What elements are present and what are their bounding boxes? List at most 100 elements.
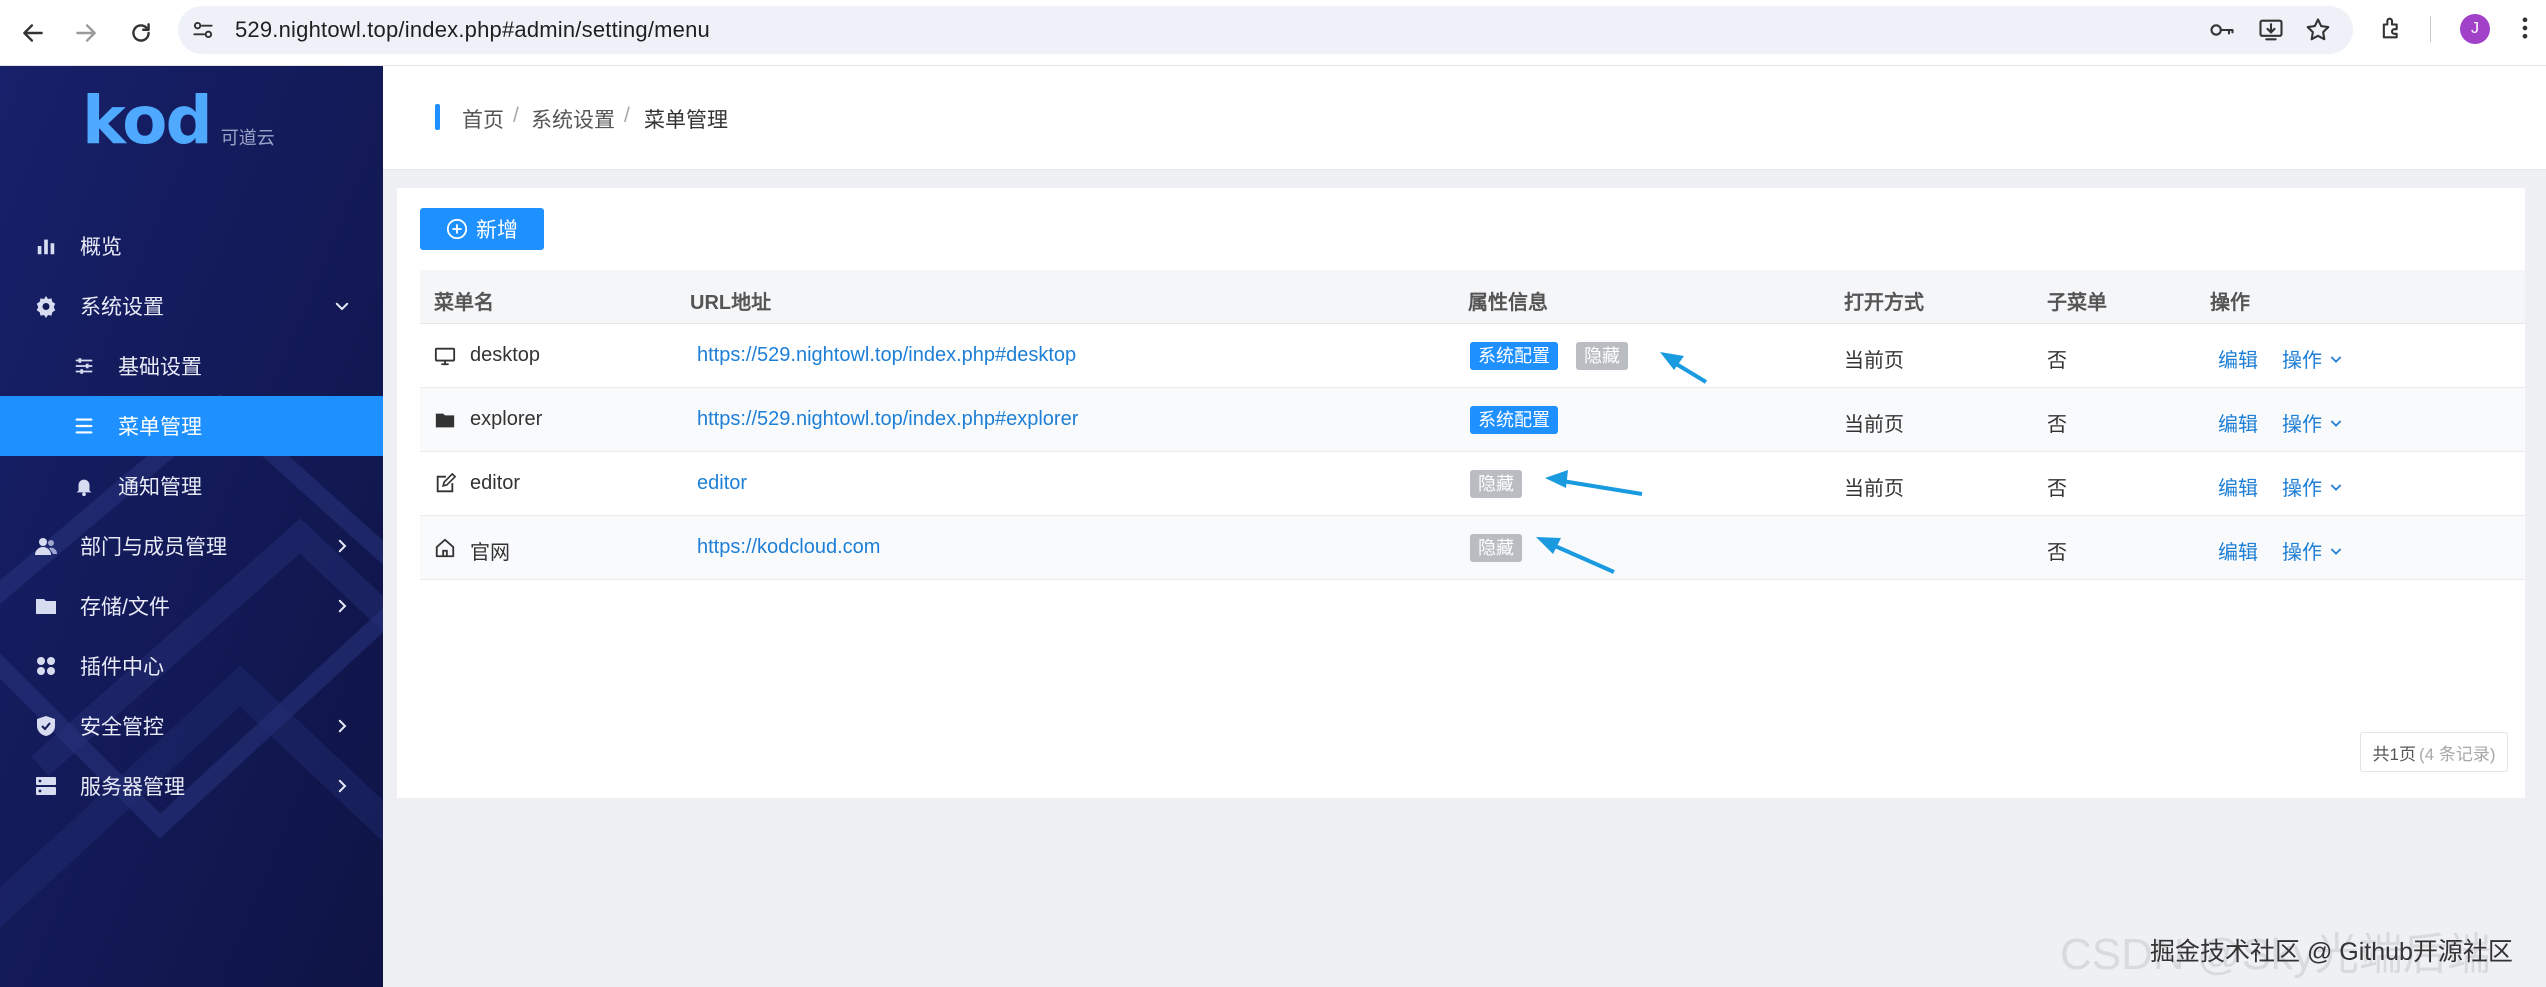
chevron-down-icon bbox=[335, 302, 349, 311]
add-menu-button[interactable]: 新增 bbox=[420, 208, 544, 250]
column-header: 子菜单 bbox=[2047, 292, 2107, 314]
back-arrow-icon bbox=[23, 24, 43, 42]
sliders-icon bbox=[72, 354, 96, 378]
chevron-right-icon bbox=[338, 719, 347, 733]
sidebar-item-label: 系统设置 bbox=[80, 296, 164, 319]
chevron-right-icon bbox=[338, 539, 347, 553]
toolbar-divider bbox=[2430, 16, 2431, 42]
apps-icon bbox=[34, 654, 58, 678]
sidebar-item-basic-settings[interactable]: 基础设置 bbox=[0, 336, 383, 396]
operation-label: 操作 bbox=[2282, 414, 2322, 436]
users-icon bbox=[34, 534, 58, 558]
has-submenu: 否 bbox=[2047, 414, 2067, 436]
bell-icon bbox=[72, 474, 96, 498]
password-key-icon[interactable] bbox=[2208, 16, 2236, 44]
sidebar-item-departments-members[interactable]: 部门与成员管理 bbox=[0, 516, 383, 576]
sidebar-item-notification-management[interactable]: 通知管理 bbox=[0, 456, 383, 516]
shield-icon bbox=[34, 714, 58, 738]
sidebar-item-storage-files[interactable]: 存储/文件 bbox=[0, 576, 383, 636]
address-bar[interactable]: 529.nightowl.top/index.php#admin/setting… bbox=[178, 6, 2353, 54]
plus-circle-icon bbox=[446, 218, 468, 240]
breadcrumb-separator: / bbox=[513, 104, 519, 127]
sidebar-item-label: 存储/文件 bbox=[80, 596, 170, 619]
sidebar-item-plugin-center[interactable]: 插件中心 bbox=[0, 636, 383, 696]
sidebar-item-label: 通知管理 bbox=[118, 476, 202, 499]
page-count: 共1页 bbox=[2372, 744, 2416, 764]
operation-dropdown[interactable]: 操作 bbox=[2282, 536, 2344, 565]
column-header: 属性信息 bbox=[1468, 292, 1548, 314]
breadcrumb-home[interactable]: 首页 bbox=[462, 104, 504, 134]
breadcrumb-accent-bar bbox=[435, 104, 440, 130]
bookmark-star-icon[interactable] bbox=[2304, 16, 2332, 44]
edit-link[interactable]: 编辑 bbox=[2218, 408, 2258, 437]
open-mode: 当前页 bbox=[1844, 414, 1904, 436]
extensions-icon[interactable] bbox=[2378, 14, 2406, 42]
menu-name: explorer bbox=[470, 408, 543, 430]
table-row[interactable]: 官网 https://kodcloud.com 隐藏 否 编辑 操作 bbox=[420, 516, 2525, 580]
sidebar-item-label: 概览 bbox=[80, 236, 122, 259]
logo-text: kod bbox=[82, 82, 213, 159]
tag-system-config: 系统配置 bbox=[1470, 342, 1558, 370]
menu-url-link[interactable]: https://529.nightowl.top/index.php#explo… bbox=[697, 408, 1078, 431]
chevron-down-icon bbox=[2330, 547, 2342, 555]
pagination-summary: 共1页 (4 条记录) bbox=[2360, 732, 2508, 772]
edit-link[interactable]: 编辑 bbox=[2218, 344, 2258, 373]
sidebar-item-server-management[interactable]: 服务器管理 bbox=[0, 756, 383, 816]
reload-icon bbox=[132, 23, 150, 42]
table-row[interactable]: editor editor 隐藏 当前页 否 编辑 操作 bbox=[420, 452, 2525, 516]
kod-logo[interactable]: kod 可道云 bbox=[82, 88, 275, 154]
install-app-icon[interactable] bbox=[2257, 16, 2285, 44]
has-submenu: 否 bbox=[2047, 478, 2067, 500]
sidebar-item-security[interactable]: 安全管控 bbox=[0, 696, 383, 756]
url-text[interactable]: 529.nightowl.top/index.php#admin/setting… bbox=[235, 17, 710, 43]
more-menu-icon[interactable] bbox=[2511, 14, 2539, 42]
has-submenu: 否 bbox=[2047, 542, 2067, 564]
operation-dropdown[interactable]: 操作 bbox=[2282, 344, 2344, 373]
chart-icon bbox=[34, 234, 58, 258]
gear-icon bbox=[34, 294, 58, 318]
breadcrumb-system-settings[interactable]: 系统设置 bbox=[531, 104, 615, 134]
menu-name: 官网 bbox=[470, 542, 510, 564]
folder-icon bbox=[34, 594, 58, 618]
menu-url-link[interactable]: https://kodcloud.com bbox=[697, 536, 880, 559]
open-mode: 当前页 bbox=[1844, 350, 1904, 372]
sidebar: kod 可道云 概览 系统设置 基础设置 菜单管理 通知管理 部门与成员管理 存… bbox=[0, 66, 383, 987]
column-header: 操作 bbox=[2210, 292, 2250, 314]
profile-avatar[interactable]: J bbox=[2460, 14, 2490, 44]
operation-dropdown[interactable]: 操作 bbox=[2282, 408, 2344, 437]
menu-url-link[interactable]: editor bbox=[697, 472, 747, 495]
open-mode: 当前页 bbox=[1844, 478, 1904, 500]
has-submenu: 否 bbox=[2047, 350, 2067, 372]
column-header: URL地址 bbox=[690, 292, 772, 314]
operation-dropdown[interactable]: 操作 bbox=[2282, 472, 2344, 501]
home-icon bbox=[435, 538, 455, 558]
chevron-right-icon bbox=[338, 599, 347, 613]
edit-link[interactable]: 编辑 bbox=[2218, 472, 2258, 501]
sidebar-item-label: 菜单管理 bbox=[118, 416, 202, 439]
tag-system-config: 系统配置 bbox=[1470, 406, 1558, 434]
sidebar-item-label: 插件中心 bbox=[80, 656, 164, 679]
operation-label: 操作 bbox=[2282, 350, 2322, 372]
tag-hidden: 隐藏 bbox=[1470, 534, 1522, 562]
table-row[interactable]: desktop https://529.nightowl.top/index.p… bbox=[420, 324, 2525, 388]
back-button[interactable] bbox=[13, 13, 53, 53]
monitor-icon bbox=[434, 347, 456, 366]
column-header: 菜单名 bbox=[434, 292, 494, 314]
operation-label: 操作 bbox=[2282, 478, 2322, 500]
sidebar-item-overview[interactable]: 概览 bbox=[0, 216, 383, 276]
table-row[interactable]: explorer https://529.nightowl.top/index.… bbox=[420, 388, 2525, 452]
chevron-down-icon bbox=[2330, 419, 2342, 427]
edit-icon bbox=[436, 473, 456, 493]
sidebar-item-system-settings[interactable]: 系统设置 bbox=[0, 276, 383, 336]
sidebar-item-menu-management[interactable]: 菜单管理 bbox=[0, 396, 383, 456]
server-icon bbox=[34, 774, 58, 798]
site-info-icon[interactable] bbox=[190, 17, 216, 43]
sidebar-item-label: 安全管控 bbox=[80, 716, 164, 739]
menu-url-link[interactable]: https://529.nightowl.top/index.php#deskt… bbox=[697, 344, 1076, 367]
breadcrumb-separator: / bbox=[624, 104, 630, 127]
add-button-label: 新增 bbox=[476, 219, 518, 242]
watermark: 掘金技术社区 @ Github开源社区 bbox=[2150, 938, 2513, 966]
reload-button[interactable] bbox=[121, 13, 161, 53]
forward-button[interactable] bbox=[66, 13, 106, 53]
edit-link[interactable]: 编辑 bbox=[2218, 536, 2258, 565]
